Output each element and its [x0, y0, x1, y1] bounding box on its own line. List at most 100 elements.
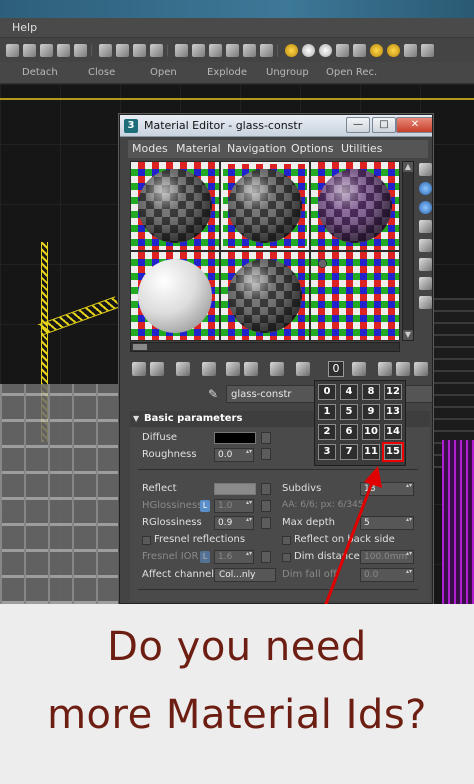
toolbar-icon[interactable]: [226, 43, 239, 57]
sample-slot[interactable]: [221, 252, 309, 340]
reset-map-icon[interactable]: [202, 362, 216, 376]
light-icon[interactable]: [285, 43, 298, 57]
lock-hglossiness-button[interactable]: L: [200, 500, 210, 512]
toolbar-icon[interactable]: [57, 43, 70, 57]
scroll-down-icon[interactable]: ▼: [403, 330, 413, 340]
open-recursive-button[interactable]: Open Rec.: [326, 67, 377, 78]
toolbar-icon[interactable]: [74, 43, 87, 57]
material-id-option[interactable]: 12: [384, 384, 402, 400]
close-window-button[interactable]: ✕: [396, 117, 432, 133]
slots-vertical-scrollbar[interactable]: ▲ ▼: [402, 161, 414, 341]
subdivs-spinner[interactable]: 18: [360, 482, 414, 496]
make-unique-icon[interactable]: [244, 362, 258, 376]
toolbar-icon[interactable]: [99, 43, 112, 57]
toolbar-icon[interactable]: [260, 43, 273, 57]
roughness-map-button[interactable]: [261, 448, 271, 460]
affect-channels-dropdown[interactable]: Col...nly: [214, 568, 276, 582]
toolbar-icon[interactable]: [421, 43, 434, 57]
sample-slot[interactable]: [311, 162, 399, 250]
diffuse-map-button[interactable]: [261, 432, 271, 444]
sample-slot-selected[interactable]: [221, 162, 309, 250]
window-titlebar[interactable]: 3 Material Editor - glass-constr — □ ✕: [120, 115, 432, 137]
menu-navigation[interactable]: Navigation: [227, 142, 286, 155]
rglossiness-map-button[interactable]: [261, 517, 271, 529]
reflect-on-back-side-checkbox[interactable]: [282, 536, 291, 545]
material-id-option[interactable]: 7: [340, 444, 358, 460]
copy-material-icon[interactable]: [226, 362, 240, 376]
toolbar-icon[interactable]: [336, 43, 349, 57]
explode-button[interactable]: Explode: [207, 67, 247, 78]
put-to-library-icon[interactable]: [270, 362, 284, 376]
material-id-button[interactable]: 0: [328, 361, 344, 377]
get-material-icon[interactable]: [132, 362, 146, 376]
material-id-option[interactable]: 0: [318, 384, 336, 400]
backlight-icon[interactable]: [419, 182, 432, 195]
sample-slot[interactable]: [131, 162, 219, 250]
hglossiness-spinner[interactable]: 1.0: [214, 499, 254, 513]
material-id-option[interactable]: 3: [318, 444, 336, 460]
video-color-check-icon[interactable]: [419, 239, 432, 252]
hglossiness-map-button[interactable]: [261, 500, 271, 512]
ungroup-button[interactable]: Ungroup: [266, 67, 309, 78]
pick-material-icon[interactable]: [414, 362, 428, 376]
material-id-option[interactable]: 8: [362, 384, 380, 400]
reflect-color-swatch[interactable]: [214, 483, 256, 495]
dim-distance-spinner[interactable]: 100.0mm: [360, 550, 414, 564]
toolbar-icon[interactable]: [192, 43, 205, 57]
detach-button[interactable]: Detach: [22, 67, 58, 78]
options-icon[interactable]: [419, 277, 432, 290]
toolbar-icon[interactable]: [40, 43, 53, 57]
material-id-option[interactable]: 1: [318, 404, 336, 420]
put-to-scene-icon[interactable]: [150, 362, 164, 376]
dim-distance-checkbox[interactable]: [282, 553, 291, 562]
fresnel-ior-map-button[interactable]: [261, 551, 271, 563]
fresnel-reflections-checkbox[interactable]: [142, 536, 151, 545]
toolbar-icon[interactable]: [116, 43, 129, 57]
material-id-option[interactable]: 2: [318, 424, 336, 440]
menu-options[interactable]: Options: [291, 142, 333, 155]
toolbar-icon[interactable]: [150, 43, 163, 57]
select-by-material-icon[interactable]: [419, 296, 432, 309]
scroll-thumb[interactable]: [133, 344, 147, 350]
material-id-option[interactable]: 14: [384, 424, 402, 440]
scroll-up-icon[interactable]: ▲: [403, 162, 413, 172]
sample-slot[interactable]: [131, 252, 219, 340]
material-id-option[interactable]: 13: [384, 404, 402, 420]
lock-fresnel-ior-button[interactable]: L: [200, 551, 210, 563]
eyedropper-icon[interactable]: ✎: [208, 387, 222, 401]
sample-slot[interactable]: [311, 252, 399, 340]
assign-to-selection-icon[interactable]: [176, 362, 190, 376]
menu-help[interactable]: Help: [12, 21, 37, 34]
make-preview-icon[interactable]: [419, 258, 432, 271]
material-id-option[interactable]: 6: [340, 424, 358, 440]
menu-utilities[interactable]: Utilities: [341, 142, 382, 155]
menu-material[interactable]: Material: [176, 142, 221, 155]
material-name-field[interactable]: glass-constr: [226, 385, 326, 403]
material-id-option[interactable]: 5: [340, 404, 358, 420]
go-forward-icon[interactable]: [396, 362, 410, 376]
material-id-option[interactable]: 4: [340, 384, 358, 400]
diffuse-color-swatch[interactable]: [214, 432, 256, 444]
open-button[interactable]: Open: [150, 67, 177, 78]
maximize-button[interactable]: □: [372, 117, 396, 133]
toolbar-icon[interactable]: [209, 43, 222, 57]
material-id-option-highlighted[interactable]: 15: [382, 442, 404, 462]
toolbar-icon[interactable]: [175, 43, 188, 57]
toolbar-icon[interactable]: [353, 43, 366, 57]
material-id-option[interactable]: 9: [362, 404, 380, 420]
sphere-icon[interactable]: [319, 43, 332, 57]
toolbar-icon[interactable]: [133, 43, 146, 57]
menu-modes[interactable]: Modes: [132, 142, 168, 155]
toolbar-icon[interactable]: [243, 43, 256, 57]
toolbar-icon[interactable]: [23, 43, 36, 57]
reflect-map-button[interactable]: [261, 483, 271, 495]
minimize-button[interactable]: —: [346, 117, 370, 133]
roughness-spinner[interactable]: 0.0: [214, 448, 254, 462]
uv-tiling-icon[interactable]: [419, 220, 432, 233]
rglossiness-spinner[interactable]: 0.9: [214, 516, 254, 530]
sun-icon[interactable]: [387, 43, 400, 57]
sun-icon[interactable]: [370, 43, 383, 57]
max-depth-spinner[interactable]: 5: [360, 516, 414, 530]
dim-fall-off-spinner[interactable]: 0.0: [360, 568, 414, 582]
toolbar-icon[interactable]: [404, 43, 417, 57]
